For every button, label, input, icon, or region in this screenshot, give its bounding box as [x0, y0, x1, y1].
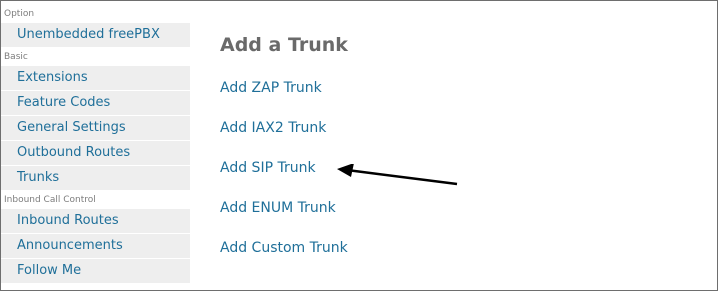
main-content: Add a Trunk Add ZAP Trunk Add IAX2 Trunk…: [220, 31, 700, 278]
sidebar-item-extensions[interactable]: Extensions: [1, 66, 190, 91]
sidebar: Option Unembedded freePBX Basic Extensio…: [1, 5, 190, 284]
add-enum-trunk-link[interactable]: Add ENUM Trunk: [220, 198, 700, 238]
sidebar-item-general-settings[interactable]: General Settings: [1, 116, 190, 141]
sidebar-item-outbound-routes[interactable]: Outbound Routes: [1, 141, 190, 166]
sidebar-item-unembedded-freepbx[interactable]: Unembedded freePBX: [1, 23, 190, 48]
add-zap-trunk-link[interactable]: Add ZAP Trunk: [220, 78, 700, 118]
sidebar-section-option: Option: [1, 5, 190, 23]
sidebar-section-basic: Basic: [1, 48, 190, 66]
sidebar-item-feature-codes[interactable]: Feature Codes: [1, 91, 190, 116]
page-frame: Option Unembedded freePBX Basic Extensio…: [0, 0, 718, 291]
sidebar-section-inbound-call-control: Inbound Call Control: [1, 191, 190, 209]
add-iax2-trunk-link[interactable]: Add IAX2 Trunk: [220, 118, 700, 158]
sidebar-item-inbound-routes[interactable]: Inbound Routes: [1, 209, 190, 234]
sidebar-item-trunks[interactable]: Trunks: [1, 166, 190, 191]
arrow-left-icon: [337, 164, 458, 186]
add-custom-trunk-link[interactable]: Add Custom Trunk: [220, 238, 700, 278]
page-title: Add a Trunk: [220, 34, 348, 56]
sidebar-item-announcements[interactable]: Announcements: [1, 234, 190, 259]
sidebar-item-follow-me[interactable]: Follow Me: [1, 259, 190, 284]
